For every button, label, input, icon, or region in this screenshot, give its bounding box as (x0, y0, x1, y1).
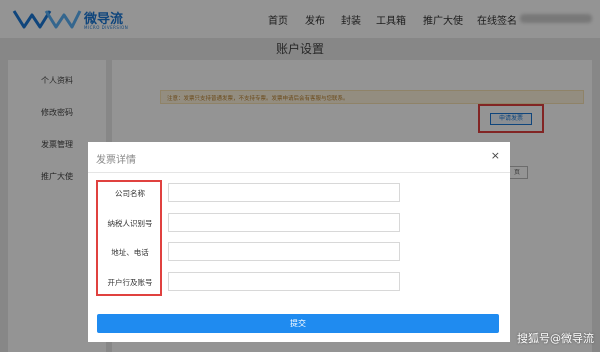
company-name-input[interactable] (168, 183, 400, 202)
address-phone-label: 地址、电话 (111, 248, 149, 257)
modal-title: 发票详情 (96, 155, 136, 166)
close-icon[interactable]: × (491, 149, 500, 162)
bank-account-input[interactable] (168, 272, 400, 291)
modal-divider (88, 172, 510, 173)
address-phone-input[interactable] (168, 242, 400, 261)
invoice-detail-modal: 发票详情 × 公司名称 纳税人识别号 地址、电话 开户行及账号 提交 (88, 142, 510, 342)
tax-id-input[interactable] (168, 213, 400, 232)
watermark: 搜狐号@微导流 (517, 332, 594, 345)
company-name-label: 公司名称 (115, 189, 145, 198)
tax-id-label: 纳税人识别号 (107, 219, 153, 228)
submit-button[interactable]: 提交 (97, 314, 499, 333)
bank-account-label: 开户行及账号 (107, 278, 153, 287)
